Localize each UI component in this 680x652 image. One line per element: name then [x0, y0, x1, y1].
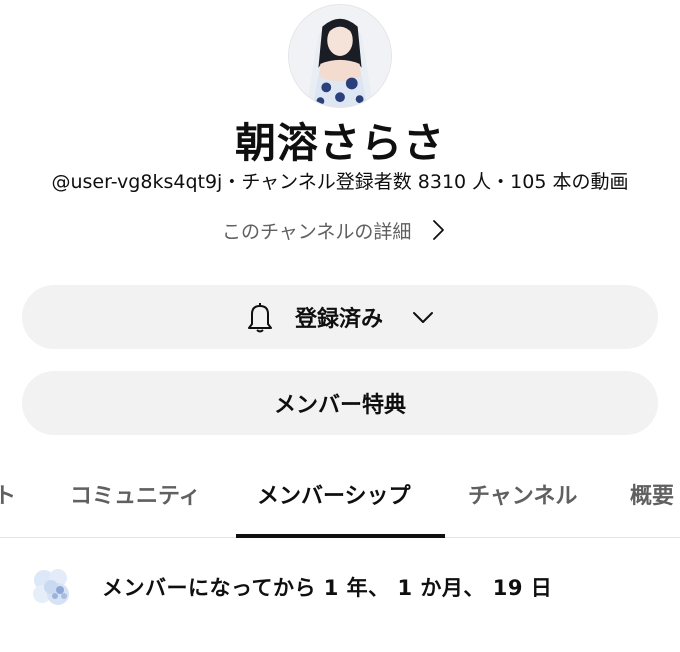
- channel-meta: @user-vg8ks4qt9j・チャンネル登録者数 8310 人・105 本の…: [51, 171, 629, 193]
- active-tab-indicator: [236, 534, 445, 538]
- tab-about[interactable]: 概要: [630, 466, 674, 538]
- channel-details-label: このチャンネルの詳細: [222, 220, 412, 243]
- channel-details-link[interactable]: このチャンネルの詳細: [222, 214, 447, 246]
- member-perks-label: メンバー特典: [273, 393, 406, 418]
- tab-community[interactable]: コミュニティ: [70, 466, 201, 538]
- avatar-image: [289, 5, 391, 107]
- tab-partial[interactable]: ト: [0, 466, 16, 538]
- chevron-down-icon: [413, 312, 433, 323]
- channel-name: 朝溶さらさ: [235, 119, 445, 167]
- chevron-right-icon: [433, 220, 445, 240]
- membership-status: メンバーになってから 1 年、 1 か月、 19 日: [28, 562, 552, 612]
- subscribed-label: 登録済み: [294, 307, 383, 332]
- subscribed-button[interactable]: 登録済み: [22, 285, 658, 349]
- tab-membership[interactable]: メンバーシップ: [257, 466, 411, 538]
- channel-tabs: ト コミュニティ メンバーシップ チャンネル 概要: [0, 466, 680, 538]
- tab-channels[interactable]: チャンネル: [468, 466, 577, 538]
- member-perks-button[interactable]: メンバー特典: [22, 371, 658, 435]
- membership-duration: メンバーになってから 1 年、 1 か月、 19 日: [102, 576, 553, 600]
- membership-badge-icon: [33, 569, 69, 605]
- bell-icon: [247, 303, 272, 333]
- avatar[interactable]: [288, 4, 392, 108]
